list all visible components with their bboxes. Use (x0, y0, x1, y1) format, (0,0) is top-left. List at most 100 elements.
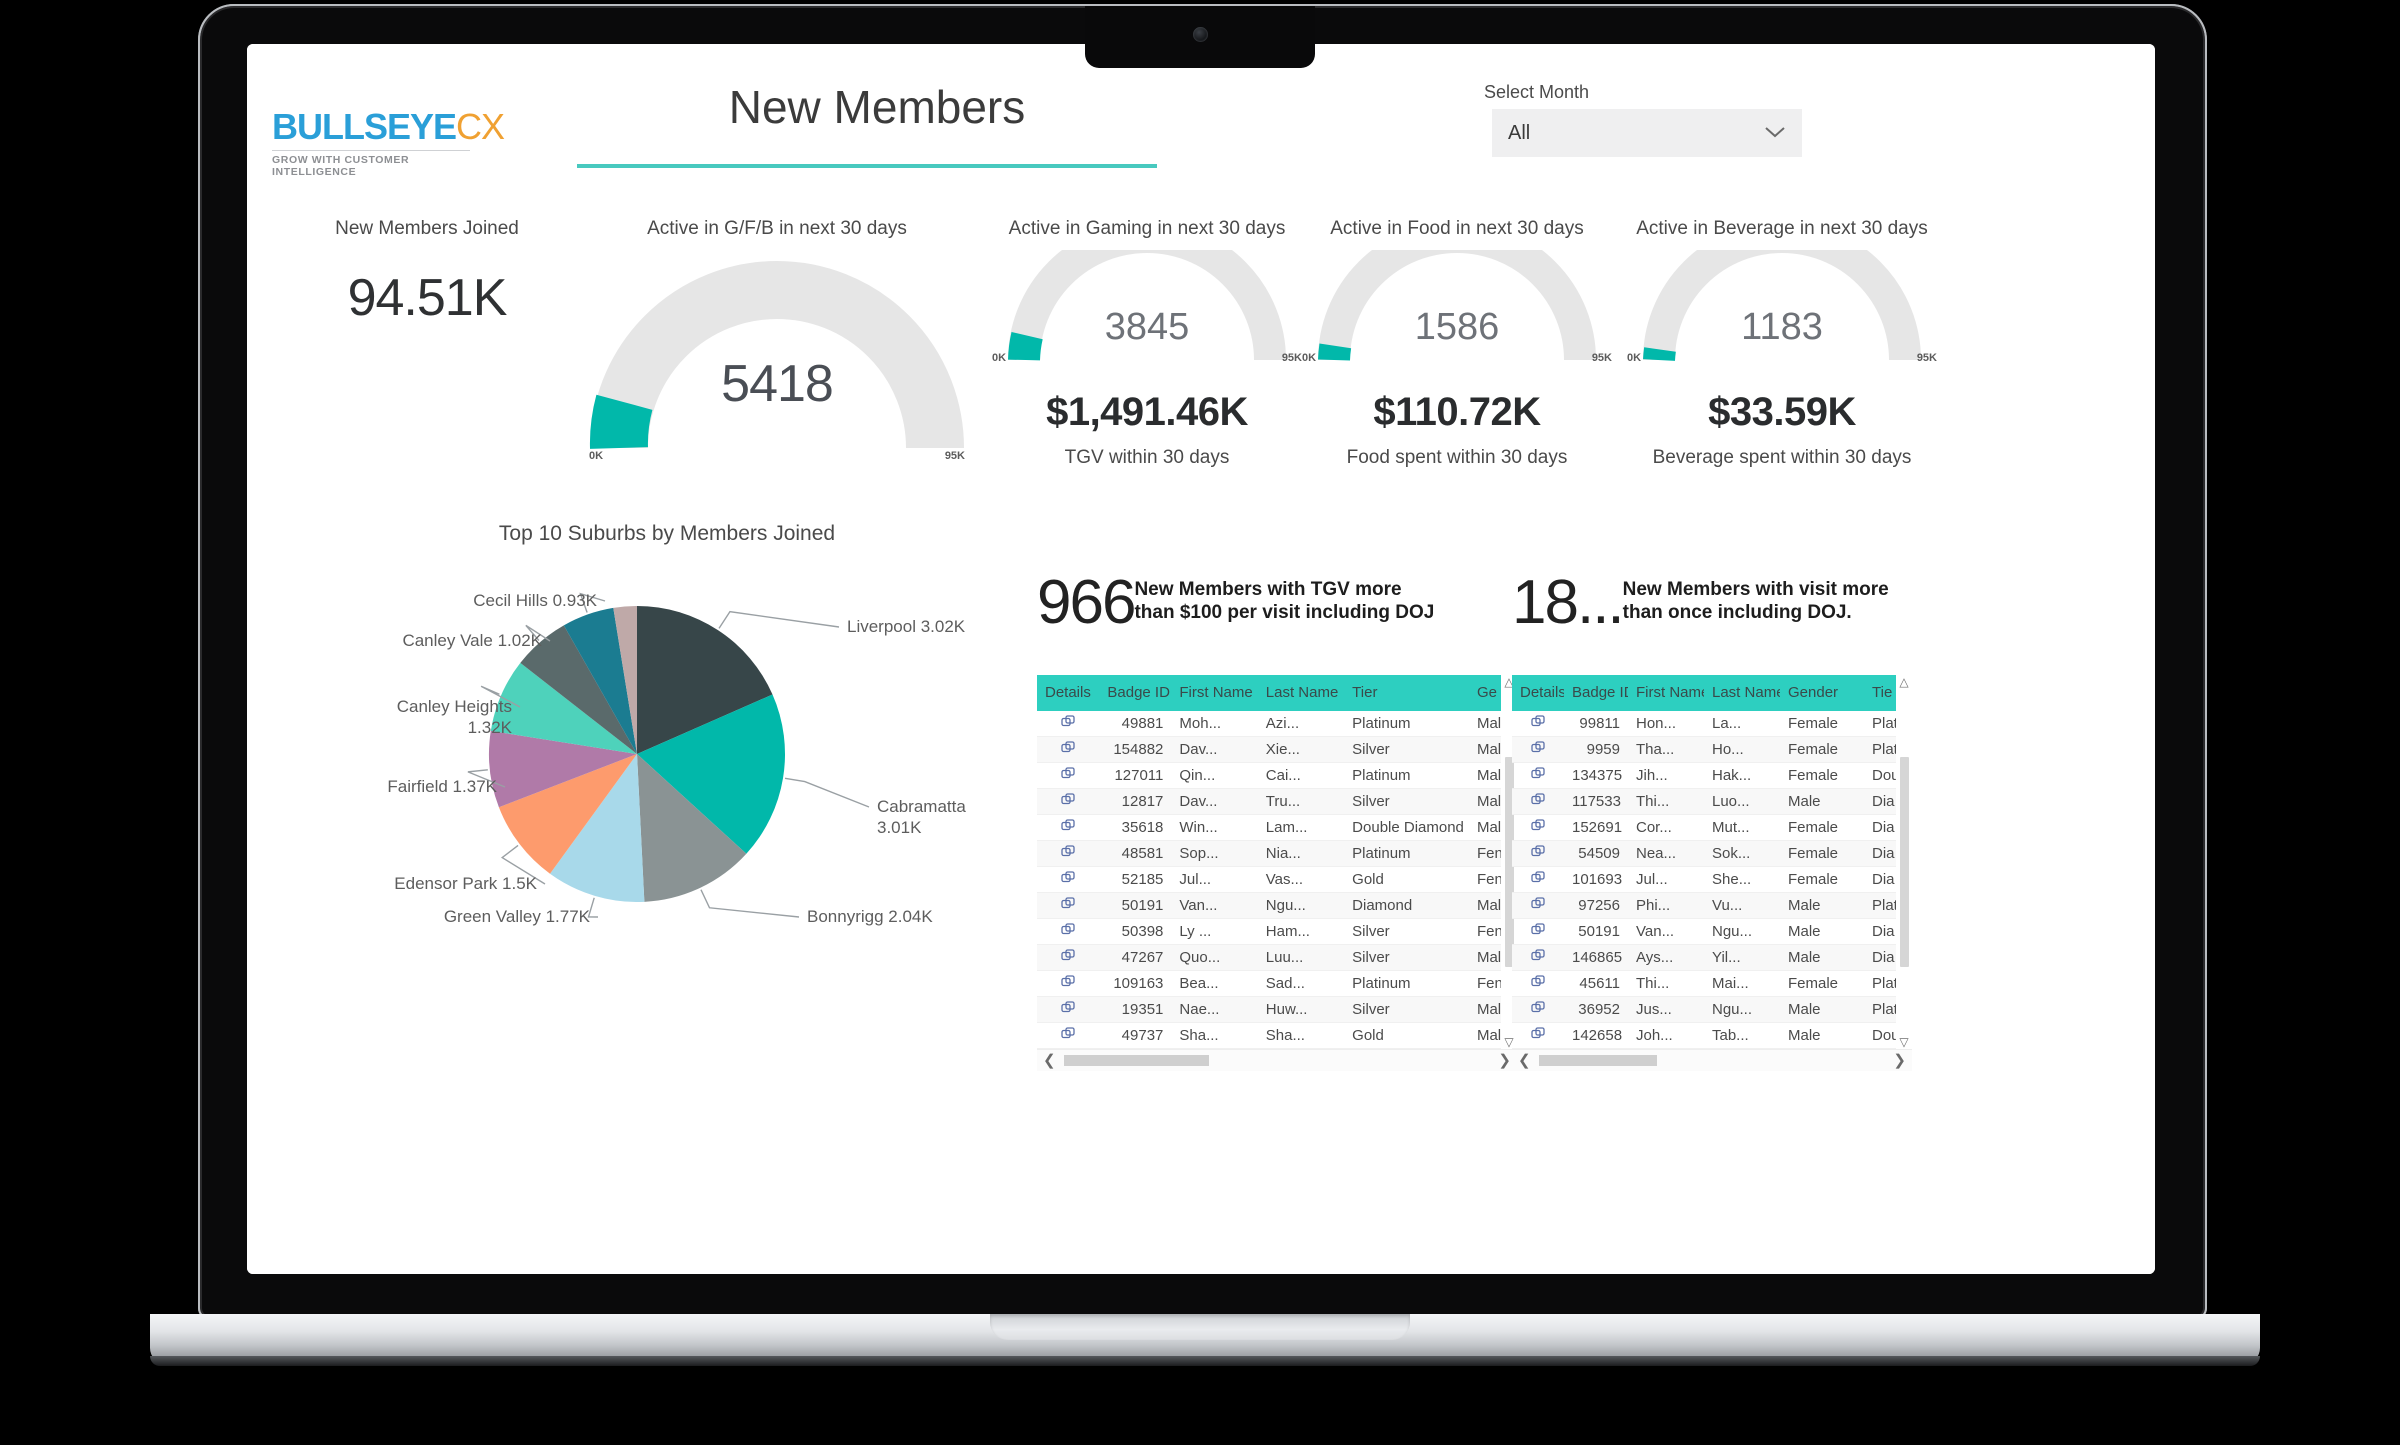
table-row[interactable]: 50191 Van... Ngu... Male Dia (1512, 918, 1912, 945)
table-row[interactable]: 134375 Jih... Hak... Female Dou (1512, 762, 1912, 789)
chevron-right-icon[interactable]: ❯ (1893, 1051, 1906, 1069)
table-row[interactable]: 101693 Jul... She... Female Dia (1512, 866, 1912, 893)
table-row[interactable]: 49881 Moh... Azi... Platinum Mal (1037, 710, 1517, 737)
table-row[interactable]: 54509 Nea... Sok... Female Dia (1512, 840, 1912, 867)
table-row[interactable]: 12817 Dav... Tru... Silver Mal (1037, 788, 1517, 815)
details-link-icon[interactable] (1512, 814, 1564, 841)
table-row[interactable]: 36952 Jus... Ngu... Male Plat (1512, 996, 1912, 1023)
details-link-icon[interactable] (1037, 788, 1100, 815)
details-link-icon[interactable] (1512, 762, 1564, 789)
chevron-right-icon[interactable]: ❯ (1498, 1051, 1511, 1069)
table-cell: 109163 (1099, 970, 1172, 997)
column-header[interactable]: Gender (1780, 674, 1864, 711)
table-row[interactable]: 109163 Bea... Sad... Platinum Fen (1037, 970, 1517, 997)
pie-label-leader (700, 889, 800, 918)
visits-table[interactable]: DetailsBadge IDFirst NameLast NameGender… (1512, 674, 1912, 1049)
table-row[interactable]: 142658 Joh... Tab... Male Dou (1512, 1022, 1912, 1049)
table-cell: 146865 (1564, 944, 1628, 971)
table-cell: Dav... (1171, 736, 1258, 763)
table-cell: 52185 (1099, 866, 1172, 893)
details-link-icon[interactable] (1512, 736, 1564, 763)
visits-vertical-scrollbar[interactable]: △ ▽ (1896, 674, 1912, 1049)
column-header[interactable]: Details (1037, 674, 1100, 711)
hscroll-track[interactable] (1538, 1054, 1886, 1066)
table-cell: Ngu... (1704, 996, 1780, 1023)
details-link-icon[interactable] (1512, 788, 1564, 815)
details-link-icon[interactable] (1037, 970, 1100, 997)
table-row[interactable]: 48581 Sop... Nia... Platinum Fen (1037, 840, 1517, 867)
details-link-icon[interactable] (1037, 892, 1100, 919)
details-link-icon[interactable] (1037, 762, 1100, 789)
visits-horizontal-scrollbar[interactable]: ❮ ❯ (1512, 1048, 1912, 1071)
chevron-up-icon[interactable]: △ (1899, 675, 1908, 689)
chevron-left-icon[interactable]: ❮ (1518, 1051, 1531, 1069)
table-row[interactable]: 152691 Cor... Mut... Female Dia (1512, 814, 1912, 841)
details-link-icon[interactable] (1037, 996, 1100, 1023)
visits-kpi-number: 18... (1512, 568, 1625, 637)
table-row[interactable]: 127011 Qin... Cai... Platinum Mal (1037, 762, 1517, 789)
details-link-icon[interactable] (1512, 710, 1564, 737)
column-header[interactable]: First Name (1171, 674, 1258, 711)
hscroll-thumb[interactable] (1538, 1054, 1657, 1066)
column-header[interactable]: Tier (1344, 674, 1469, 711)
chevron-left-icon[interactable]: ❮ (1043, 1051, 1056, 1069)
table-row[interactable]: 97256 Phi... Vu... Male Plat (1512, 892, 1912, 919)
page-title: New Members (728, 81, 1026, 133)
details-link-icon[interactable] (1512, 866, 1564, 893)
table-row[interactable]: 19351 Nae... Huw... Silver Mal (1037, 996, 1517, 1023)
column-header[interactable]: Details (1512, 674, 1564, 711)
details-link-icon[interactable] (1037, 710, 1100, 737)
table-cell: Female (1780, 762, 1864, 789)
gauge-max-label: 95K (1591, 352, 1612, 364)
hscroll-track[interactable] (1063, 1054, 1491, 1066)
table-row[interactable]: 50191 Van... Ngu... Diamond Mal (1037, 892, 1517, 919)
table-row[interactable]: 117533 Thi... Luo... Male Dia (1512, 788, 1912, 815)
details-link-icon[interactable] (1512, 944, 1564, 971)
details-link-icon[interactable] (1037, 814, 1100, 841)
table-row[interactable]: 154882 Dav... Xie... Silver Mal (1037, 736, 1517, 763)
column-header[interactable]: Badge ID (1564, 674, 1628, 711)
table-cell: Van... (1171, 892, 1258, 919)
column-header[interactable]: First Name (1628, 674, 1704, 711)
table-cell: Silver (1344, 736, 1469, 763)
table-cell: Male (1780, 918, 1864, 945)
details-link-icon[interactable] (1037, 1022, 1100, 1049)
details-link-icon[interactable] (1037, 944, 1100, 971)
hscroll-thumb[interactable] (1063, 1054, 1209, 1066)
details-link-icon[interactable] (1512, 892, 1564, 919)
table-row[interactable]: 99811 Hon... La... Female Plat (1512, 710, 1912, 737)
chevron-down-icon[interactable]: ▽ (1899, 1035, 1908, 1049)
table-cell: 97256 (1564, 892, 1628, 919)
pie-chart-title: Top 10 Suburbs by Members Joined (498, 522, 836, 545)
table-cell: Ham... (1257, 918, 1345, 945)
table-cell: Sha... (1257, 1022, 1345, 1049)
details-link-icon[interactable] (1512, 970, 1564, 997)
table-row[interactable]: 146865 Ays... Yil... Male Dia (1512, 944, 1912, 971)
table-row[interactable]: 47267 Quo... Luu... Silver Mal (1037, 944, 1517, 971)
details-link-icon[interactable] (1512, 918, 1564, 945)
laptop-screen: BULLSEYECX GROW WITH CUSTOMER INTELLIGEN… (247, 44, 2155, 1274)
details-link-icon[interactable] (1512, 996, 1564, 1023)
column-header[interactable]: Last Name (1704, 674, 1780, 711)
kpi-active-food: Active in Food in next 30 days 1586 0K 9… (1302, 218, 1612, 469)
table-row[interactable]: 50398 Ly ... Ham... Silver Fen (1037, 918, 1517, 945)
table-row[interactable]: 35618 Win... Lam... Double Diamond Mal (1037, 814, 1517, 841)
details-link-icon[interactable] (1037, 866, 1100, 893)
details-link-icon[interactable] (1037, 736, 1100, 763)
kpi-title: Active in G/F/B in next 30 days (647, 218, 907, 239)
details-link-icon[interactable] (1512, 840, 1564, 867)
details-link-icon[interactable] (1037, 918, 1100, 945)
table-row[interactable]: 9959 Tha... Ho... Female Plat (1512, 736, 1912, 763)
kpi-active-beverage: Active in Beverage in next 30 days 1183 … (1617, 218, 1947, 469)
table-row[interactable]: 49737 Sha... Sha... Gold Mal (1037, 1022, 1517, 1049)
details-link-icon[interactable] (1512, 1022, 1564, 1049)
month-slicer-dropdown[interactable]: All (1492, 109, 1802, 157)
table-cell: Silver (1344, 944, 1469, 971)
details-link-icon[interactable] (1037, 840, 1100, 867)
column-header[interactable]: Badge ID (1099, 674, 1172, 711)
table-row[interactable]: 45611 Thi... Mai... Female Plat (1512, 970, 1912, 997)
column-header[interactable]: Last Name (1257, 674, 1345, 711)
tgv-horizontal-scrollbar[interactable]: ❮ ❯ (1037, 1048, 1517, 1071)
table-row[interactable]: 52185 Jul... Vas... Gold Fen (1037, 866, 1517, 893)
tgv-table[interactable]: Details Badge ID First Name Last Name Tier Ge… (1037, 674, 1517, 1049)
